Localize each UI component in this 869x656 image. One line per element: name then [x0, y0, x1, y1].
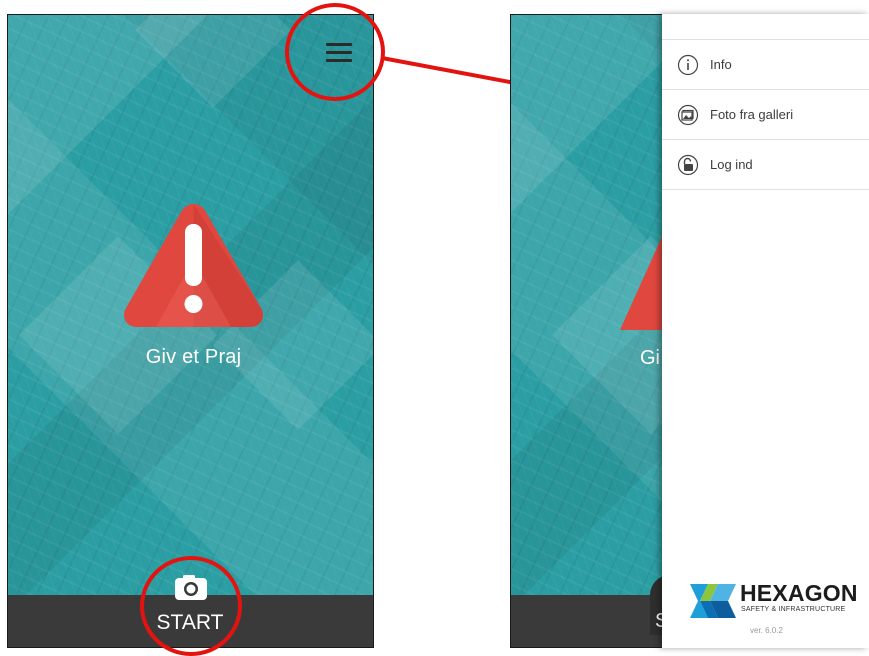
- drawer-item-gallery[interactable]: Foto fra galleri: [662, 91, 869, 140]
- app-title-partial: Gi: [640, 347, 660, 369]
- navigation-drawer: Info Foto fra galleri Log ind: [662, 14, 869, 648]
- drawer-item-login[interactable]: Log ind: [662, 141, 869, 190]
- drawer-divider: [662, 39, 869, 40]
- info-icon: [677, 54, 699, 76]
- hexagon-logo-mark: [690, 584, 736, 618]
- drawer-item-label: Foto fra galleri: [710, 107, 794, 122]
- logo-tagline: SAFETY & INFRASTRUCTURE: [741, 606, 846, 613]
- drawer-item-label: Info: [710, 57, 732, 72]
- menu-highlight-circle: [285, 3, 385, 101]
- warning-triangle-icon: [124, 204, 263, 327]
- start-highlight-circle: [140, 556, 242, 656]
- map-highlight: [135, 15, 291, 108]
- logo-wordmark: HEXAGON: [740, 580, 858, 606]
- drawer-item-label: Log ind: [710, 157, 753, 172]
- drawer-item-info[interactable]: Info: [662, 41, 869, 90]
- version-label: ver. 6.0.2: [750, 626, 783, 635]
- warning-triangle-partial: [620, 230, 665, 330]
- gallery-icon: [677, 104, 699, 126]
- unlock-icon: [677, 154, 699, 176]
- app-title: Giv et Praj: [145, 346, 242, 368]
- home-screen: [7, 14, 374, 648]
